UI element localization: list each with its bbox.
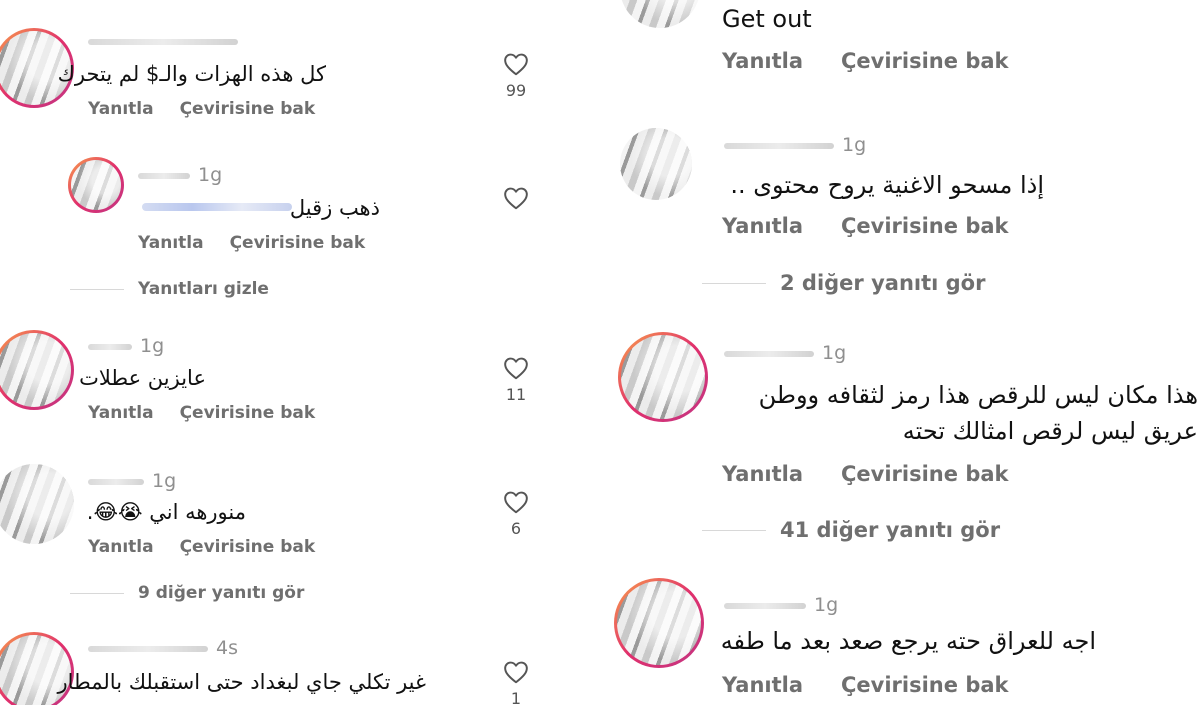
view-more-replies-button[interactable]: 2 diğer yanıtı gör bbox=[702, 271, 985, 295]
left-comment-panel: كل هذه الهزات والـ$ لم يتحرك Yanıtla Çevi… bbox=[0, 0, 600, 705]
see-translation-button[interactable]: Çevirisine bak bbox=[841, 214, 1008, 238]
comment-text-line: عريق ليس لرقص امثالك تحته bbox=[902, 417, 1198, 445]
username-redacted[interactable]: 1g bbox=[724, 344, 846, 363]
mention-link-redacted[interactable] bbox=[142, 203, 292, 211]
view-more-replies-button[interactable]: 9 diğer yanıtı gör bbox=[70, 583, 304, 603]
comment-text: عايزين عطلات bbox=[79, 366, 206, 390]
timestamp: 1g bbox=[842, 134, 867, 156]
reply-button[interactable]: Yanıtla bbox=[722, 462, 803, 486]
reply-button[interactable]: Yanıtla bbox=[88, 99, 154, 119]
see-translation-button[interactable]: Çevirisine bak bbox=[841, 462, 1008, 486]
comment-text: اجه للعراق حته يرجع صعد بعد ما طفه bbox=[720, 627, 1096, 655]
see-translation-button[interactable]: Çevirisine bak bbox=[841, 673, 1008, 697]
avatar[interactable] bbox=[618, 332, 708, 422]
comment-text: كل هذه الهزات والـ$ لم يتحرك bbox=[57, 62, 326, 86]
see-translation-button[interactable]: Çevirisine bak bbox=[180, 403, 316, 423]
comment-actions: Yanıtla Çevirisine bak bbox=[138, 233, 365, 253]
heart-outline-icon bbox=[504, 661, 528, 684]
view-more-replies-label: 2 diğer yanıtı gör bbox=[780, 271, 986, 295]
avatar[interactable] bbox=[0, 464, 74, 544]
avatar[interactable] bbox=[68, 157, 124, 213]
reply-button[interactable]: Yanıtla bbox=[138, 233, 204, 253]
reply-button[interactable]: Yanıtla bbox=[722, 214, 803, 238]
heart-outline-icon bbox=[504, 491, 528, 514]
comment-actions: Yanıtla Çevirisine bak bbox=[88, 403, 315, 423]
avatar[interactable] bbox=[620, 0, 700, 28]
reply-button[interactable]: Yanıtla bbox=[88, 403, 154, 423]
username-redacted[interactable]: 1g bbox=[724, 596, 838, 615]
timestamp: 1g bbox=[814, 594, 839, 616]
divider bbox=[702, 529, 766, 531]
comment-text: منورهه اني 😭😂. bbox=[86, 500, 246, 524]
like-button[interactable]: 11 bbox=[496, 356, 536, 404]
reply-button[interactable]: Yanıtla bbox=[722, 673, 803, 697]
right-comment-panel: Get out Yanıtla Çevirisine bak 1g إذا مسح… bbox=[600, 0, 1200, 705]
divider bbox=[70, 288, 124, 290]
username-redacted[interactable]: 1g bbox=[88, 472, 176, 491]
comment-actions: Yanıtla Çevirisine bak bbox=[722, 214, 1008, 238]
avatar[interactable] bbox=[614, 578, 704, 668]
comment-actions: Yanıtla Çevirisine bak bbox=[88, 537, 315, 557]
divider bbox=[702, 282, 766, 284]
comment-text: غير تكلي جاي لبغداد حتى استقبلك بالمطار bbox=[57, 670, 427, 694]
comment-actions: Yanıtla Çevirisine bak bbox=[722, 49, 1008, 73]
see-translation-button[interactable]: Çevirisine bak bbox=[841, 49, 1008, 73]
username-redacted[interactable]: 1g bbox=[88, 337, 164, 356]
comment-text-line: هذا مكان ليس للرقص هذا رمز لثقافه ووطن bbox=[758, 381, 1198, 409]
like-button[interactable]: 6 bbox=[496, 490, 536, 538]
username-redacted[interactable]: 1g bbox=[724, 136, 866, 155]
comment-actions: Yanıtla Çevirisine bak bbox=[722, 462, 1008, 486]
reply-button[interactable]: Yanıtla bbox=[88, 537, 154, 557]
divider bbox=[70, 592, 124, 594]
see-translation-button[interactable]: Çevirisine bak bbox=[180, 99, 316, 119]
reply-button[interactable]: Yanıtla bbox=[722, 49, 803, 73]
like-button[interactable] bbox=[496, 186, 536, 210]
avatar[interactable] bbox=[0, 330, 74, 410]
like-button[interactable]: 99 bbox=[496, 52, 536, 100]
see-translation-button[interactable]: Çevirisine bak bbox=[230, 233, 366, 253]
comment-actions: Yanıtla Çevirisine bak bbox=[722, 673, 1008, 697]
comment-actions: Yanıtla Çevirisine bak bbox=[88, 99, 315, 119]
hide-replies-button[interactable]: Yanıtları gizle bbox=[70, 279, 269, 299]
avatar[interactable] bbox=[620, 128, 692, 200]
comment-text: ذهب زقيل bbox=[289, 196, 380, 220]
timestamp: 1g bbox=[198, 164, 223, 186]
username-redacted[interactable]: 4s bbox=[88, 639, 238, 658]
comment-text: Get out bbox=[722, 5, 812, 33]
timestamp: 1g bbox=[822, 342, 847, 364]
view-more-replies-label: 9 diğer yanıtı gör bbox=[138, 583, 305, 603]
like-count: 99 bbox=[505, 81, 527, 100]
username-redacted[interactable] bbox=[88, 34, 246, 48]
see-translation-button[interactable]: Çevirisine bak bbox=[180, 537, 316, 557]
heart-outline-icon bbox=[504, 357, 528, 380]
hide-replies-label: Yanıtları gizle bbox=[138, 279, 269, 299]
view-more-replies-button[interactable]: 41 diğer yanıtı gör bbox=[702, 518, 1000, 542]
heart-outline-icon bbox=[504, 187, 528, 210]
view-more-replies-label: 41 diğer yanıtı gör bbox=[780, 518, 1001, 542]
like-count: 6 bbox=[510, 519, 522, 538]
like-button[interactable]: 1 bbox=[496, 660, 536, 705]
like-count: 1 bbox=[510, 689, 522, 705]
like-count: 11 bbox=[505, 385, 527, 404]
timestamp: 1g bbox=[152, 470, 177, 492]
username-redacted[interactable]: 1g bbox=[138, 166, 222, 185]
timestamp: 1g bbox=[140, 335, 165, 357]
comment-text: إذا مسحو الاغنية يروح محتوى .. bbox=[730, 171, 1044, 199]
heart-outline-icon bbox=[504, 53, 528, 76]
timestamp: 4s bbox=[216, 637, 238, 659]
